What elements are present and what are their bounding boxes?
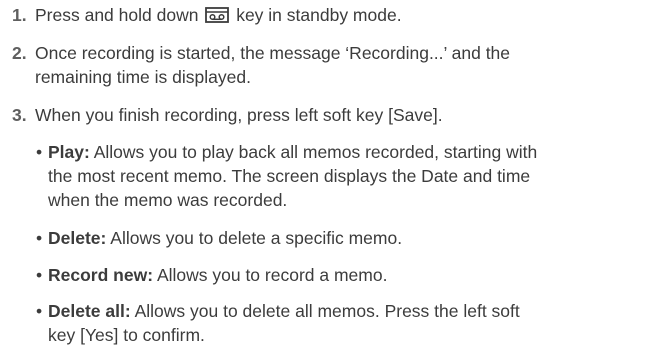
option-text-line: key [Yes] to confirm. [48,325,205,345]
option-play: • Play: Allows you to play back all memo… [36,140,642,212]
step-text-line: When you finish recording, press left so… [35,105,443,125]
option-term: Play: [48,142,90,162]
option-term: Delete: [48,228,107,248]
step-text: Press and hold down [35,5,199,25]
step-text-line: remaining time is displayed. [35,67,251,87]
bullet-marker: • [36,228,43,248]
step-number: 1. [12,5,27,25]
option-text-line: Allows you to delete all memos. Press th… [134,301,520,321]
option-delete-all: • Delete all: Allows you to delete all m… [36,299,642,347]
bullet-marker: • [36,142,43,162]
option-delete: • Delete: Allows you to delete a specifi… [36,226,642,250]
option-text-line: when the memo was recorded. [48,190,288,210]
option-text-line: Allows you to play back all memos record… [93,142,538,162]
voice-memo-key-icon [205,7,230,23]
bullet-marker: • [36,265,43,285]
option-text-line: Allows you to record a memo. [156,265,388,285]
option-text-line: Allows you to delete a specific memo. [110,228,403,248]
option-term: Record new: [48,265,154,285]
step-text-line: Once recording is started, the message ‘… [35,43,511,63]
instruction-page: 1. Press and hold down key in standby mo… [0,0,648,347]
step-number: 2. [12,43,27,63]
step-1: 1. Press and hold down key in standby mo… [12,3,642,27]
option-term: Delete all: [48,301,131,321]
step-text-after-icon: key in standby mode. [236,5,402,25]
option-text-line: the most recent memo. The screen display… [48,166,531,186]
step-3: 3. When you finish recording, press left… [12,103,642,127]
option-record-new: • Record new: Allows you to record a mem… [36,263,642,287]
step-number: 3. [12,105,27,125]
bullet-marker: • [36,301,43,321]
step-2: 2. Once recording is started, the messag… [12,41,642,89]
